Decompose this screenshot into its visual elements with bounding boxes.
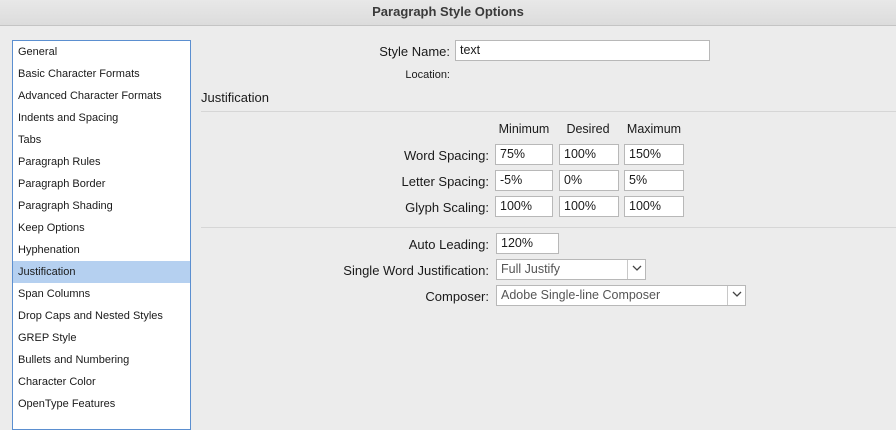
- single-word-justification-select[interactable]: Full Justify: [496, 259, 646, 280]
- word-spacing-label: Word Spacing:: [403, 148, 489, 163]
- column-header-desired: Desired: [566, 122, 610, 136]
- sidebar-item-opentype-features[interactable]: OpenType Features: [13, 393, 190, 415]
- sidebar-item-justification[interactable]: Justification: [13, 261, 190, 283]
- sidebar-item-keep-options[interactable]: Keep Options: [13, 217, 190, 239]
- window-title: Paragraph Style Options: [0, 0, 896, 26]
- column-header-maximum: Maximum: [626, 122, 682, 136]
- sidebar-item-basic-character-formats[interactable]: Basic Character Formats: [13, 63, 190, 85]
- section-divider: [201, 111, 896, 112]
- glyph-scaling-desired-input[interactable]: 100%: [559, 196, 619, 217]
- sidebar-item-bullets-and-numbering[interactable]: Bullets and Numbering: [13, 349, 190, 371]
- sidebar-item-hyphenation[interactable]: Hyphenation: [13, 239, 190, 261]
- glyph-scaling-maximum-input[interactable]: 100%: [624, 196, 684, 217]
- word-spacing-minimum-input[interactable]: 75%: [495, 144, 553, 165]
- auto-leading-input[interactable]: 120%: [496, 233, 559, 254]
- category-list[interactable]: General Basic Character Formats Advanced…: [12, 40, 191, 430]
- location-label: Location:: [405, 69, 450, 81]
- letter-spacing-minimum-input[interactable]: -5%: [495, 170, 553, 191]
- sidebar-item-character-color[interactable]: Character Color: [13, 371, 190, 393]
- sidebar-item-paragraph-border[interactable]: Paragraph Border: [13, 173, 190, 195]
- style-name-label: Style Name:: [379, 44, 450, 59]
- single-word-justification-label: Single Word Justification:: [343, 263, 489, 278]
- word-spacing-desired-input[interactable]: 100%: [559, 144, 619, 165]
- sidebar-item-general[interactable]: General: [13, 41, 190, 63]
- sidebar-item-grep-style[interactable]: GREP Style: [13, 327, 190, 349]
- auto-leading-label: Auto Leading:: [408, 237, 489, 252]
- sidebar-item-indents-and-spacing[interactable]: Indents and Spacing: [13, 107, 190, 129]
- sidebar-item-tabs[interactable]: Tabs: [13, 129, 190, 151]
- word-spacing-maximum-input[interactable]: 150%: [624, 144, 684, 165]
- composer-value: Adobe Single-line Composer: [501, 288, 661, 302]
- glyph-scaling-label: Glyph Scaling:: [405, 200, 489, 215]
- column-header-minimum: Minimum: [498, 122, 550, 136]
- composer-label: Composer:: [425, 289, 489, 304]
- glyph-scaling-minimum-input[interactable]: 100%: [495, 196, 553, 217]
- sidebar-item-span-columns[interactable]: Span Columns: [13, 283, 190, 305]
- composer-select[interactable]: Adobe Single-line Composer: [496, 285, 746, 306]
- single-word-justification-value: Full Justify: [501, 262, 561, 276]
- section-title: Justification: [201, 90, 269, 105]
- chevron-down-icon: [627, 260, 645, 279]
- sidebar-item-paragraph-rules[interactable]: Paragraph Rules: [13, 151, 190, 173]
- letter-spacing-desired-input[interactable]: 0%: [559, 170, 619, 191]
- sidebar-item-drop-caps[interactable]: Drop Caps and Nested Styles: [13, 305, 190, 327]
- letter-spacing-label: Letter Spacing:: [401, 174, 489, 189]
- style-name-input[interactable]: text: [455, 40, 710, 61]
- sidebar-item-advanced-character-formats[interactable]: Advanced Character Formats: [13, 85, 190, 107]
- sidebar-item-paragraph-shading[interactable]: Paragraph Shading: [13, 195, 190, 217]
- chevron-down-icon: [727, 286, 745, 305]
- options-divider: [201, 227, 896, 228]
- letter-spacing-maximum-input[interactable]: 5%: [624, 170, 684, 191]
